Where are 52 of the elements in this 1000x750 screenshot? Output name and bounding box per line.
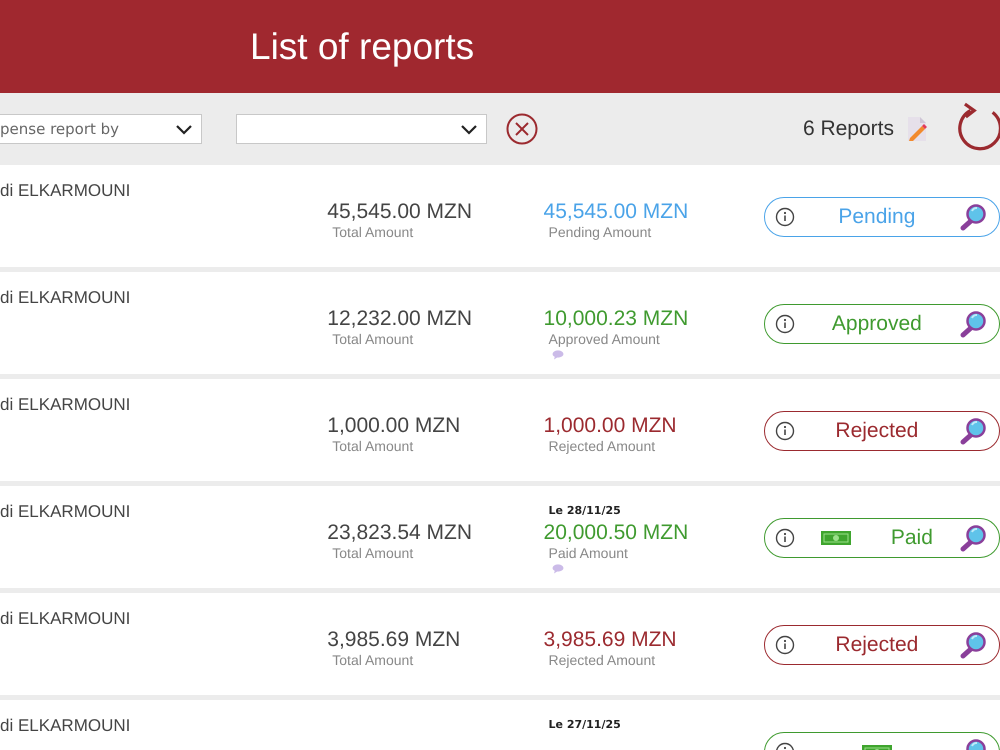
search-icon — [958, 310, 987, 338]
total-amount: 3,985.69 MZN — [327, 628, 462, 652]
chevron-down-icon — [460, 122, 478, 136]
amount-label: Rejected Amount — [548, 438, 656, 454]
search-icon — [958, 203, 987, 231]
status-button[interactable]: Approved — [764, 304, 1000, 344]
amount-label: Total Amount — [332, 331, 414, 347]
employee-name: di ELKARMOUNI — [0, 715, 132, 736]
payment-date: Le 28/11/25 — [548, 504, 621, 519]
banknote-icon — [820, 531, 851, 545]
status-button[interactable]: Rejected — [764, 625, 1000, 665]
status-amount: 45,545.00 MZN — [544, 200, 688, 224]
total-amount: 1,000.00 MZN — [327, 414, 462, 438]
status-amount: 1,000.00 MZN — [544, 414, 677, 438]
dropdown-field[interactable]: pense report by — [0, 114, 202, 144]
page-title: List of reports — [250, 26, 474, 68]
edit-document-icon — [906, 116, 928, 142]
total-amount: 23,823.54 MZN — [327, 521, 474, 545]
amount-label: Total Amount — [332, 545, 414, 561]
payment-date: Le 27/11/25 — [548, 718, 621, 733]
total-amount: 12,232.00 MZN — [327, 307, 474, 331]
amount-label: Pending Amount — [548, 224, 652, 240]
total-amount: 45,545.00 MZN — [327, 200, 474, 224]
close-icon — [506, 113, 538, 145]
search-icon — [958, 631, 987, 659]
search-icon — [958, 524, 987, 552]
info-icon — [774, 528, 795, 548]
dropdown-field[interactable] — [236, 114, 487, 144]
amount-label: Total Amount — [332, 652, 414, 668]
clear-button[interactable] — [506, 113, 538, 145]
search-icon — [958, 417, 987, 445]
employee-name: di ELKARMOUNI — [0, 608, 132, 629]
report-count: 6 Reports — [802, 117, 894, 141]
status-amount: 20,000.50 MZN — [544, 521, 688, 545]
status-button[interactable]: Paid — [764, 518, 1000, 558]
info-icon — [774, 635, 795, 655]
employee-name: di ELKARMOUNI — [0, 394, 132, 415]
amount-label: Paid Amount — [548, 545, 628, 561]
amount-label: Total Amount — [332, 438, 414, 454]
status-amount: 10,000.23 MZN — [544, 307, 688, 331]
employee-name: di ELKARMOUNI — [0, 501, 132, 522]
amount-label: Total Amount — [332, 224, 414, 240]
info-icon — [774, 314, 795, 334]
info-icon — [774, 421, 795, 441]
employee-name: di ELKARMOUNI — [0, 180, 132, 201]
chevron-down-icon — [175, 122, 193, 136]
status-button[interactable]: Rejected — [764, 411, 1000, 451]
amount-label: Approved Amount — [548, 331, 660, 347]
status-amount: 3,985.69 MZN — [544, 628, 677, 652]
info-icon — [774, 207, 795, 227]
amount-label: Rejected Amount — [548, 652, 656, 668]
employee-name: di ELKARMOUNI — [0, 287, 132, 308]
